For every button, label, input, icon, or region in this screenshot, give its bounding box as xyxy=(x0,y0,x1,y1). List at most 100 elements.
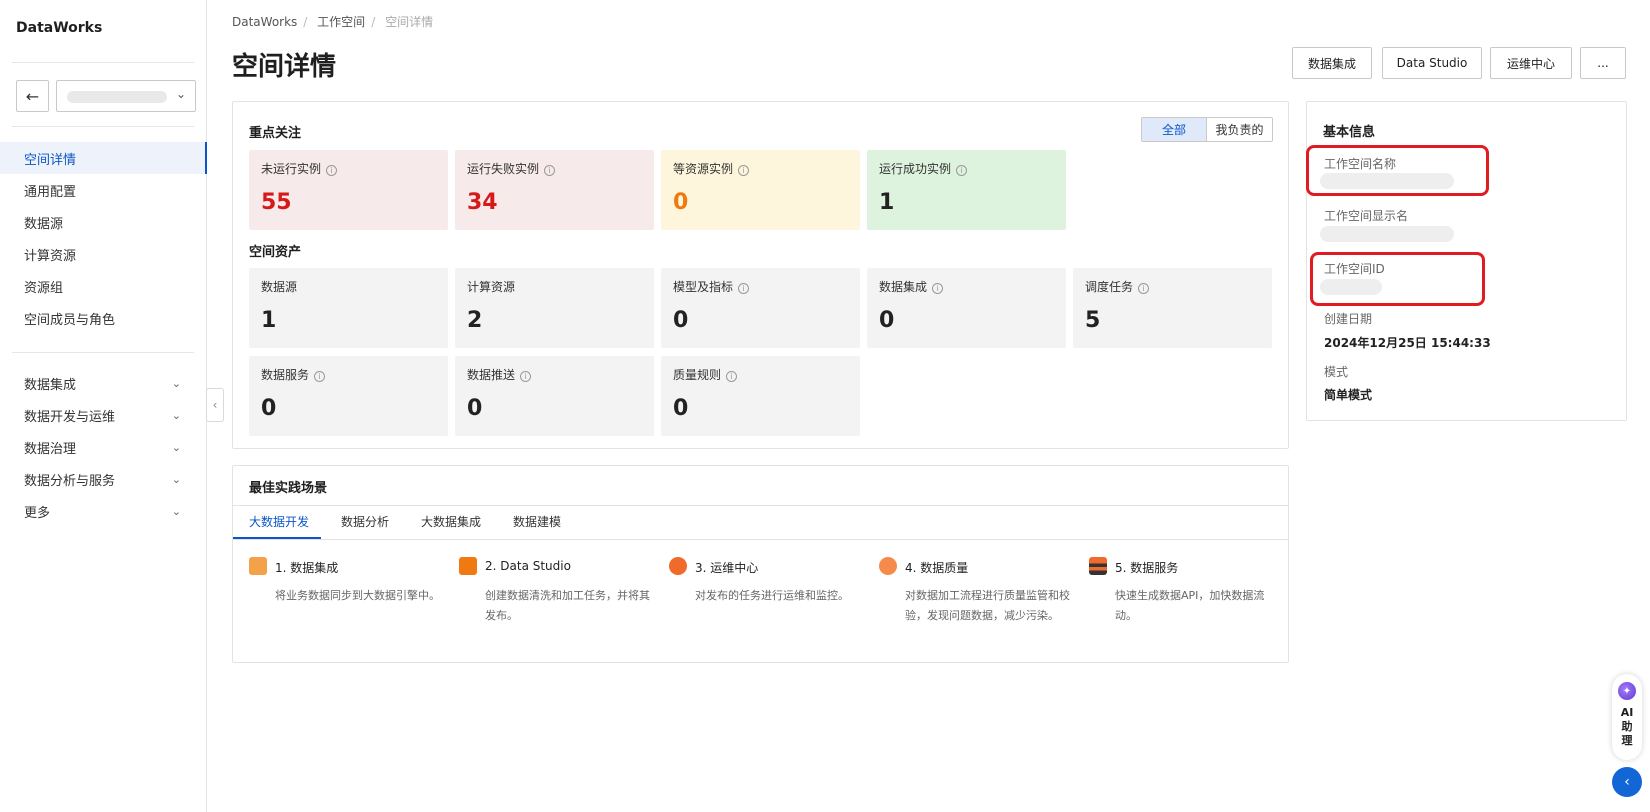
sidebar-group-label: 数据开发与运维 xyxy=(24,409,116,425)
asset-label: 数据集成 xyxy=(879,280,928,294)
chevron-down-icon: ⌄ xyxy=(171,408,181,422)
sidebar-item-label: 空间详情 xyxy=(24,152,77,168)
breadcrumb-separator: / xyxy=(371,15,376,29)
info-icon[interactable]: i xyxy=(738,283,750,294)
breadcrumb: DataWorks / 工作空间 / 空间详情 xyxy=(232,13,439,30)
tab-big-data-dev[interactable]: 大数据开发 xyxy=(249,513,309,530)
asset-label: 计算资源 xyxy=(467,280,516,294)
stat-label: 未运行实例 xyxy=(261,162,322,176)
stat-card-waiting[interactable]: 等资源实例 i 0 xyxy=(661,150,860,230)
tab-big-data-integration[interactable]: 大数据集成 xyxy=(421,513,481,530)
asset-card-integration[interactable]: 数据集成 i 0 xyxy=(867,268,1066,348)
stat-card-not-run[interactable]: 未运行实例 i 55 xyxy=(249,150,448,230)
sidebar-group-data-integration[interactable]: 数据集成 ⌄ xyxy=(0,367,207,399)
stat-value: 55 xyxy=(261,190,292,215)
ai-collapse-button[interactable]: ‹ xyxy=(1612,767,1642,797)
asset-card-data-service[interactable]: 数据服务 i 0 xyxy=(249,356,448,436)
workspace-select[interactable]: ⌄ xyxy=(56,80,196,112)
ai-label-line: AI xyxy=(1620,706,1634,719)
sidebar-group-governance[interactable]: 数据治理 ⌄ xyxy=(0,431,207,463)
sidebar-group-dev-ops[interactable]: 数据开发与运维 ⌄ xyxy=(0,399,207,431)
asset-value: 0 xyxy=(673,396,689,421)
step-desc: 创建数据清洗和加工任务，并将其发布。 xyxy=(485,589,650,622)
highlight-box xyxy=(1306,145,1489,196)
asset-card-compute[interactable]: 计算资源 2 xyxy=(455,268,654,348)
breadcrumb-link-dataworks[interactable]: DataWorks xyxy=(232,15,297,29)
assets-title: 空间资产 xyxy=(249,245,302,260)
info-icon[interactable]: i xyxy=(544,165,556,176)
divider xyxy=(12,126,194,127)
stat-card-success[interactable]: 运行成功实例 i 1 xyxy=(867,150,1066,230)
step-title: 1. 数据集成 xyxy=(275,561,339,575)
info-icon[interactable]: i xyxy=(726,371,738,382)
stat-label: 运行失败实例 xyxy=(467,162,540,176)
stat-card-failed[interactable]: 运行失败实例 i 34 xyxy=(455,150,654,230)
ai-label-line: 助 xyxy=(1621,720,1633,733)
ai-assistant-button[interactable]: ✦ AI 助 理 xyxy=(1612,674,1642,760)
asset-card-models[interactable]: 模型及指标 i 0 xyxy=(661,268,860,348)
workspace-display-name-label: 工作空间显示名 xyxy=(1324,209,1409,223)
sidebar-group-analysis-service[interactable]: 数据分析与服务 ⌄ xyxy=(0,463,207,495)
asset-value: 0 xyxy=(467,396,483,421)
info-icon[interactable]: i xyxy=(738,165,750,176)
asset-card-data-source[interactable]: 数据源 1 xyxy=(249,268,448,348)
stat-value: 1 xyxy=(879,190,895,215)
sidebar-group-label: 数据集成 xyxy=(24,377,77,393)
asset-card-data-push[interactable]: 数据推送 i 0 xyxy=(455,356,654,436)
best-practice-title: 最佳实践场景 xyxy=(249,481,328,496)
focus-title: 重点关注 xyxy=(249,126,302,141)
sidebar-group-more[interactable]: 更多 ⌄ xyxy=(0,495,207,527)
breadcrumb-link-workspace[interactable]: 工作空间 xyxy=(317,15,365,29)
scope-toggle: 全部 我负责的 xyxy=(1141,117,1273,142)
info-icon[interactable]: i xyxy=(1138,283,1150,294)
created-date-label: 创建日期 xyxy=(1324,312,1373,326)
data-integration-button[interactable]: 数据集成 xyxy=(1292,47,1372,79)
asset-card-quality-rules[interactable]: 质量规则 i 0 xyxy=(661,356,860,436)
highlight-box xyxy=(1310,252,1485,306)
asset-value: 0 xyxy=(673,308,689,333)
info-icon[interactable]: i xyxy=(314,371,326,382)
sidebar-item-resource-group[interactable]: 资源组 xyxy=(0,270,207,302)
data-studio-button[interactable]: Data Studio xyxy=(1382,47,1482,79)
more-button[interactable]: ... xyxy=(1580,47,1626,79)
sidebar-collapse-button[interactable]: ‹ xyxy=(206,388,224,422)
step-desc: 对发布的任务进行运维和监控。 xyxy=(695,589,849,602)
asset-value: 2 xyxy=(467,308,483,333)
tab-data-modeling[interactable]: 数据建模 xyxy=(513,513,561,530)
asset-card-schedule[interactable]: 调度任务 i 5 xyxy=(1073,268,1272,348)
info-icon[interactable]: i xyxy=(956,165,968,176)
sidebar-item-label: 空间成员与角色 xyxy=(24,312,116,328)
info-icon[interactable]: i xyxy=(520,371,532,382)
scope-mine-tab[interactable]: 我负责的 xyxy=(1207,118,1272,141)
step-title: 2. Data Studio xyxy=(485,559,571,573)
workspace-display-name-redacted xyxy=(1320,226,1454,242)
sidebar-item-general-config[interactable]: 通用配置 xyxy=(0,174,207,206)
info-icon[interactable]: i xyxy=(326,165,338,176)
ai-assistant-label: AI 助 理 xyxy=(1612,706,1642,748)
sidebar-item-label: 计算资源 xyxy=(24,248,77,264)
asset-label: 调度任务 xyxy=(1085,280,1134,294)
sidebar: DataWorks ← ⌄ 空间详情 通用配置 数据源 计算资源 资源组 空间成… xyxy=(0,0,207,812)
sidebar-group-label: 数据治理 xyxy=(24,441,77,457)
asset-label: 数据服务 xyxy=(261,368,310,382)
tab-data-analysis[interactable]: 数据分析 xyxy=(341,513,389,530)
info-icon[interactable]: i xyxy=(932,283,944,294)
sidebar-group-label: 更多 xyxy=(24,505,51,521)
stat-label: 运行成功实例 xyxy=(879,162,952,176)
data-studio-icon xyxy=(459,557,477,575)
sidebar-item-members-roles[interactable]: 空间成员与角色 xyxy=(0,302,207,334)
operation-center-button[interactable]: 运维中心 xyxy=(1490,47,1572,79)
active-tab-indicator xyxy=(233,537,321,539)
sidebar-item-label: 资源组 xyxy=(24,280,64,296)
sidebar-item-workspace-detail[interactable]: 空间详情 xyxy=(0,142,207,174)
back-button[interactable]: ← xyxy=(16,80,49,112)
sidebar-item-data-source[interactable]: 数据源 xyxy=(0,206,207,238)
asset-value: 0 xyxy=(879,308,895,333)
sidebar-item-compute-resource[interactable]: 计算资源 xyxy=(0,238,207,270)
created-date-value: 2024年12月25日 15:44:33 xyxy=(1324,336,1491,350)
scope-all-tab[interactable]: 全部 xyxy=(1142,118,1207,141)
breadcrumb-current: 空间详情 xyxy=(385,15,434,29)
operation-center-icon xyxy=(669,557,687,575)
asset-label: 数据源 xyxy=(261,280,298,294)
asset-label: 质量规则 xyxy=(673,368,722,382)
